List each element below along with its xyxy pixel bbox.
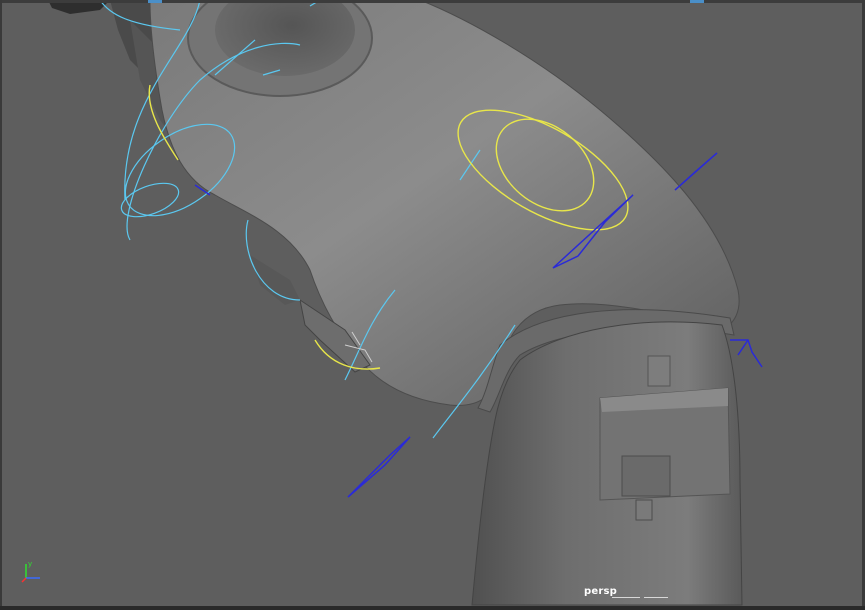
camera-name-label: persp	[584, 586, 617, 597]
top-accent-mark	[690, 0, 704, 3]
axis-orientation-gizmo: y	[21, 560, 40, 583]
buckle-tab	[635, 499, 653, 521]
viewport-bottom-border	[0, 606, 865, 610]
camera-label-underline	[612, 597, 640, 598]
y-axis-label: y	[28, 560, 32, 568]
viewport-top-border	[0, 0, 865, 3]
belt-loop	[647, 355, 671, 387]
maya-perspective-viewport[interactable]: y persp	[0, 0, 865, 610]
viewport-left-border	[0, 0, 2, 610]
camera-label-underline	[644, 597, 668, 598]
viewport-scene[interactable]	[0, 0, 865, 610]
top-accent-mark	[148, 0, 162, 3]
buckle	[621, 455, 671, 497]
